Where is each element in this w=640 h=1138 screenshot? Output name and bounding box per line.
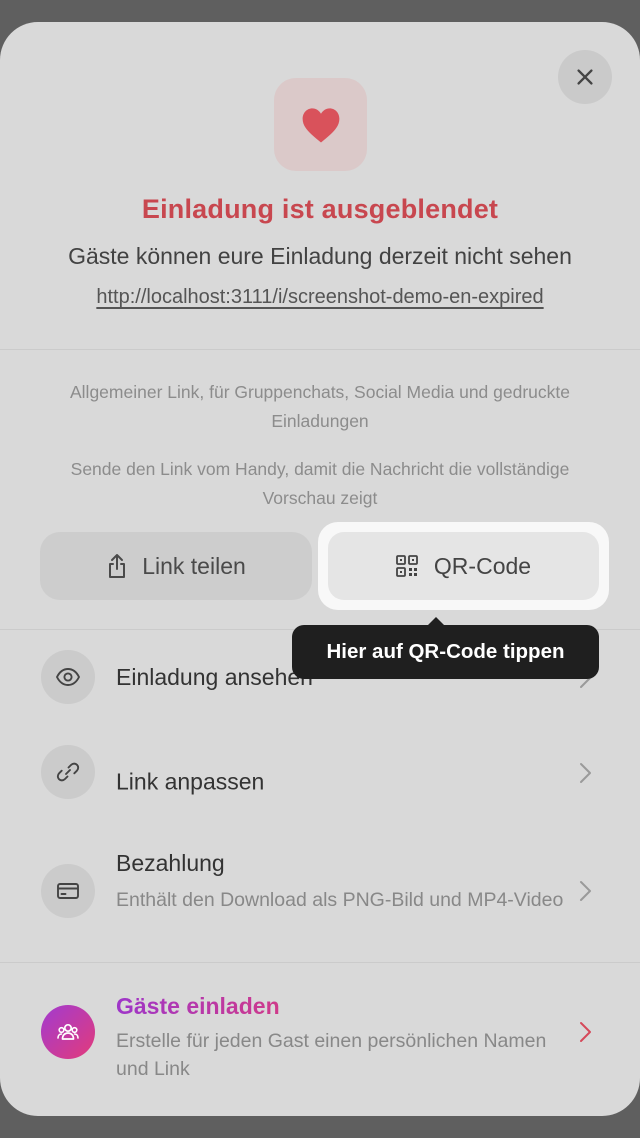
chevron-right-icon	[580, 1022, 591, 1042]
menu-item-payment[interactable]: Bezahlung Enthält den Download als PNG-B…	[0, 828, 640, 962]
qr-code-icon	[396, 555, 418, 577]
link-icon-circle	[41, 745, 95, 799]
share-link-button[interactable]: Link teilen	[40, 532, 312, 600]
share-icon	[109, 554, 126, 578]
tooltip-text: Hier auf QR-Code tippen	[326, 640, 565, 663]
qr-code-tooltip: Hier auf QR-Code tippen	[292, 617, 599, 679]
menu-item-label: Bezahlung	[116, 850, 225, 876]
qr-code-button[interactable]: QR-Code	[328, 532, 599, 600]
menu-item-label: Gäste einladen	[116, 993, 280, 1019]
share-note-general: Allgemeiner Link, für Gruppenchats, Soci…	[70, 382, 570, 431]
group-icon	[57, 1023, 79, 1040]
invitation-url-link[interactable]: http://localhost:3111/i/screenshot-demo-…	[0, 286, 640, 309]
status-icon-tile	[274, 78, 367, 171]
chevron-right-icon	[580, 763, 591, 783]
heart-icon	[302, 107, 339, 142]
menu-item-description: Erstelle für jeden Gast einen persönlich…	[116, 1030, 547, 1080]
eye-icon	[55, 668, 81, 686]
page-title: Einladung ist ausgeblendet	[141, 194, 499, 224]
menu-item-label: Einladung ansehen	[116, 664, 313, 690]
chevron-right-icon	[580, 881, 591, 901]
qr-code-highlight: QR-Code	[318, 522, 609, 610]
share-link-label: Link teilen	[142, 552, 246, 579]
divider	[0, 349, 640, 350]
menu-item-description: Enthält den Download als PNG-Bild und MP…	[116, 889, 564, 911]
page-subtitle: Gäste können eure Einladung derzeit nich…	[68, 243, 572, 269]
tooltip-arrow	[427, 617, 445, 626]
close-icon	[577, 69, 593, 85]
invite-icon-circle	[41, 1005, 95, 1059]
share-sheet: Einladung ist ausgeblendet Gäste können …	[0, 22, 640, 1116]
credit-card-icon	[57, 883, 79, 899]
share-note-phone: Sende den Link vom Handy, damit die Nach…	[70, 459, 570, 508]
menu-item-customize-link[interactable]: Link anpassen	[0, 734, 640, 828]
view-icon-circle	[41, 650, 95, 704]
menu-item-label: Link anpassen	[116, 768, 265, 795]
close-button[interactable]	[558, 50, 612, 104]
qr-code-label: QR-Code	[433, 552, 532, 579]
menu-item-invite-guests[interactable]: Gäste einladen Erstelle für jeden Gast e…	[0, 963, 640, 1116]
link-icon	[56, 762, 80, 782]
payment-icon-circle	[41, 864, 95, 918]
